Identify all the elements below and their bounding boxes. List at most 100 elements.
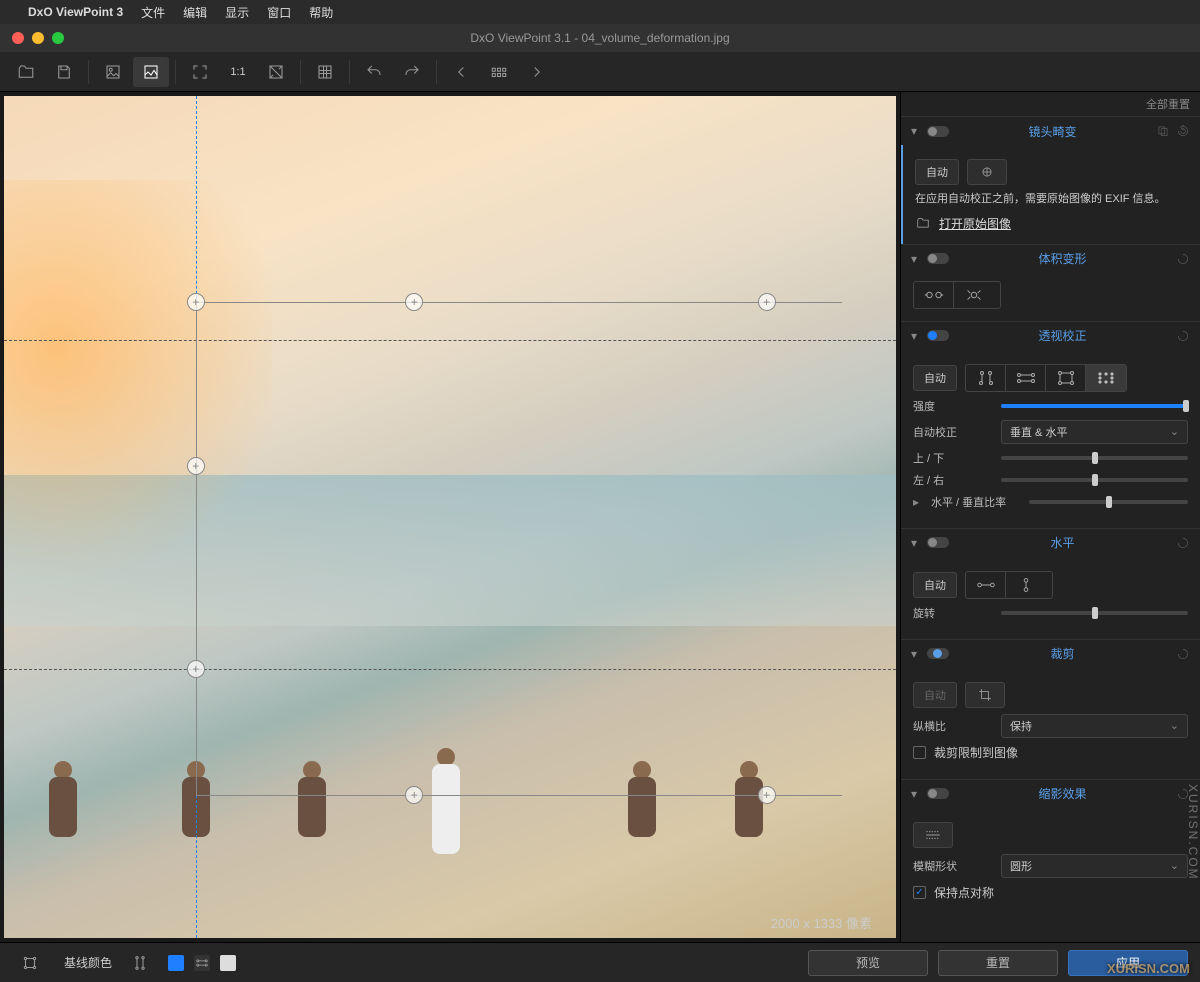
grid-icon[interactable] (307, 57, 343, 87)
reset-icon[interactable] (1176, 124, 1190, 138)
image-info-icon[interactable] (95, 57, 131, 87)
guide-horizontal[interactable] (4, 340, 896, 341)
baseline-horizontal-icon[interactable] (194, 955, 210, 971)
limit-crop-checkbox[interactable] (913, 746, 926, 759)
control-handle[interactable]: + (758, 293, 776, 311)
expand-icon[interactable]: ▸ (913, 495, 923, 509)
perspective-line-top[interactable] (196, 302, 843, 303)
distortion-mode-icon[interactable] (967, 159, 1007, 185)
control-handle[interactable]: + (405, 786, 423, 804)
auto-perspective-button[interactable]: 自动 (913, 365, 957, 391)
thumbnails-icon[interactable] (481, 57, 517, 87)
intensity-slider[interactable] (1001, 404, 1188, 408)
control-handle[interactable]: + (187, 293, 205, 311)
blur-shape-label: 模糊形状 (913, 858, 993, 874)
reset-icon[interactable] (1176, 647, 1190, 661)
app-menu[interactable]: DxO ViewPoint 3 (28, 5, 123, 19)
perspective-horizontal-icon[interactable] (1006, 365, 1046, 391)
auto-crop-button[interactable]: 自动 (913, 682, 957, 708)
perspective-8point-icon[interactable] (1086, 365, 1126, 391)
symmetric-checkbox[interactable]: ✓ (913, 886, 926, 899)
reset-icon[interactable] (1176, 329, 1190, 343)
color-swatch-white[interactable] (220, 955, 236, 971)
auto-horizon-button[interactable]: 自动 (913, 572, 957, 598)
chevron-down-icon[interactable]: ▾ (911, 124, 921, 138)
preview-button[interactable]: 预览 (808, 950, 928, 976)
miniature-tool-icon[interactable] (913, 822, 953, 848)
leftright-slider[interactable] (1001, 478, 1188, 482)
menu-view[interactable]: 显示 (225, 4, 249, 21)
baseline-vertical-icon[interactable] (122, 948, 158, 978)
rotate-label: 旋转 (913, 605, 993, 621)
open-file-icon[interactable] (8, 57, 44, 87)
panel-toggle[interactable] (927, 330, 949, 341)
menu-help[interactable]: 帮助 (309, 4, 333, 21)
menu-edit[interactable]: 编辑 (183, 4, 207, 21)
fit-image-icon[interactable] (133, 57, 169, 87)
panel-crop: ▾ 裁剪 自动 纵横比 保持⌄ 裁剪限制到 (901, 639, 1200, 779)
reset-all-button[interactable]: 全部重置 (1146, 96, 1190, 112)
chevron-down-icon[interactable]: ▾ (911, 647, 921, 661)
aspect-select[interactable]: 保持⌄ (1001, 714, 1188, 738)
chevron-down-icon[interactable]: ▾ (911, 536, 921, 550)
undo-icon[interactable] (356, 57, 392, 87)
image-canvas[interactable]: + + + + + + + 2000 x 1333 像素 (4, 96, 896, 938)
guide-horizontal[interactable] (4, 669, 896, 670)
control-handle[interactable]: + (187, 457, 205, 475)
control-handle[interactable]: + (187, 660, 205, 678)
bottom-bar: 基线颜色 预览 重置 应用 (0, 942, 1200, 982)
save-icon[interactable] (46, 57, 82, 87)
exif-info-text: 在应用自动校正之前，需要原始图像的 EXIF 信息。 (915, 191, 1188, 209)
reference-points-icon[interactable] (12, 948, 48, 978)
fit-screen-icon[interactable] (182, 57, 218, 87)
chevron-down-icon[interactable]: ▾ (911, 252, 921, 266)
zoom-1to1[interactable]: 1:1 (220, 57, 256, 87)
ratio-label: 水平 / 垂直比率 (931, 494, 1021, 510)
minimize-window[interactable] (32, 32, 44, 44)
panel-horizon: ▾ 水平 自动 旋转 (901, 528, 1200, 639)
blur-shape-select[interactable]: 圆形⌄ (1001, 854, 1188, 878)
open-original-button[interactable]: 打开原始图像 (915, 215, 1188, 232)
horizon-horizontal-icon[interactable] (966, 572, 1006, 598)
perspective-vertical-icon[interactable] (966, 365, 1006, 391)
image-dimensions: 2000 x 1333 像素 (771, 913, 872, 932)
volume-horizontal-icon[interactable] (914, 282, 954, 308)
reset-icon[interactable] (1176, 252, 1190, 266)
volume-diagonal-icon[interactable] (954, 282, 994, 308)
horizon-vertical-icon[interactable] (1006, 572, 1046, 598)
aspect-label: 纵横比 (913, 718, 993, 734)
control-handle[interactable]: + (405, 293, 423, 311)
window-title: DxO ViewPoint 3.1 - 04_volume_deformatio… (0, 31, 1200, 45)
panel-toggle[interactable] (927, 788, 949, 799)
panel-toggle[interactable] (927, 126, 949, 137)
close-window[interactable] (12, 32, 24, 44)
next-image-icon[interactable] (519, 57, 555, 87)
control-handle[interactable]: + (758, 786, 776, 804)
updown-label: 上 / 下 (913, 450, 993, 466)
autocorrect-select[interactable]: 垂直 & 水平⌄ (1001, 420, 1188, 444)
zoom-window[interactable] (52, 32, 64, 44)
chevron-down-icon[interactable]: ▾ (911, 329, 921, 343)
redo-icon[interactable] (394, 57, 430, 87)
loupe-icon[interactable] (258, 57, 294, 87)
chevron-down-icon[interactable]: ▾ (911, 787, 921, 801)
prev-image-icon[interactable] (443, 57, 479, 87)
reset-button[interactable]: 重置 (938, 950, 1058, 976)
panel-toggle[interactable] (927, 537, 949, 548)
rotate-slider[interactable] (1001, 611, 1188, 615)
copy-icon[interactable] (1156, 124, 1170, 138)
panel-perspective: ▾ 透视校正 自动 (901, 321, 1200, 528)
color-swatch-blue[interactable] (168, 955, 184, 971)
ratio-slider[interactable] (1029, 500, 1188, 504)
panel-toggle[interactable] (927, 648, 949, 659)
crop-tool-icon[interactable] (965, 682, 1005, 708)
menu-window[interactable]: 窗口 (267, 4, 291, 21)
menu-file[interactable]: 文件 (141, 4, 165, 21)
perspective-rectangle-icon[interactable] (1046, 365, 1086, 391)
perspective-line-left[interactable] (196, 302, 197, 795)
panel-toggle[interactable] (927, 253, 949, 264)
reset-icon[interactable] (1176, 536, 1190, 550)
auto-distortion-button[interactable]: 自动 (915, 159, 959, 185)
perspective-line-bottom[interactable] (196, 795, 843, 796)
updown-slider[interactable] (1001, 456, 1188, 460)
